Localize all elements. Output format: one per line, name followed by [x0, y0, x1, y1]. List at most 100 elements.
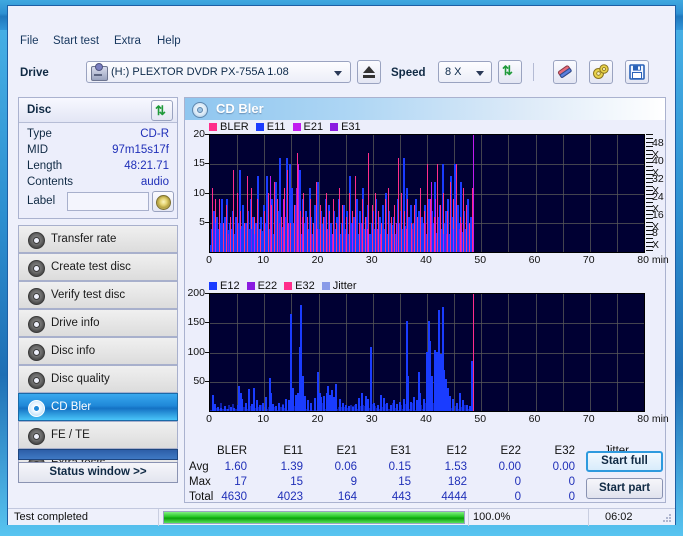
e12-chart-plot	[209, 293, 645, 412]
chart-bar	[323, 217, 324, 252]
chart-bar	[339, 188, 340, 252]
chart-bar	[380, 395, 382, 411]
graph-panel-title: CD Bler	[216, 101, 264, 116]
disc-icon	[28, 372, 45, 389]
y-axis-tick-label: 200	[187, 287, 205, 299]
chart-bar	[463, 188, 464, 252]
stats-cell: 182	[447, 476, 467, 488]
settings-button[interactable]	[589, 60, 613, 84]
disc-row-key: Length	[27, 160, 63, 172]
chart-bar	[329, 211, 330, 252]
stats-cell: 4023	[277, 491, 303, 503]
chart-bar	[247, 176, 248, 252]
chart-bar	[383, 398, 385, 411]
chart-bar	[283, 199, 284, 252]
chart-bar	[288, 223, 289, 252]
start-part-button[interactable]: Start part	[586, 478, 663, 499]
x-axis-tick-label: 10	[257, 413, 270, 425]
chart-bar	[431, 376, 433, 411]
x-axis-tick-label: 30	[365, 254, 378, 266]
resize-grip[interactable]	[662, 513, 672, 523]
chart-bar	[373, 403, 375, 411]
sidebar-item-disc-info[interactable]: Disc info	[18, 337, 178, 365]
sidebar-item-transfer-rate[interactable]: Transfer rate	[18, 225, 178, 253]
chart-bar	[264, 211, 265, 252]
legend-label: E32	[295, 280, 315, 292]
chart-bar	[358, 398, 360, 411]
x-axis-tick-label: 60	[528, 254, 541, 266]
chart-bar	[361, 393, 363, 411]
stats-cell: 0	[514, 476, 521, 488]
chart-bar	[396, 223, 397, 252]
disc-icon	[28, 232, 45, 249]
chart-bar	[277, 199, 278, 252]
menu-help[interactable]: Help	[157, 35, 181, 47]
chart-bar	[388, 188, 389, 252]
chart-bar	[241, 399, 243, 411]
graph-panel: CD Bler BLER E11 E21 E31 20 15 10 5 0 10 20 30 40 50…	[184, 97, 669, 503]
status-window-button[interactable]: Status window >>	[18, 462, 178, 483]
e12-chart-legend: E12 E22 E32 Jitter	[209, 280, 364, 292]
chart-bar	[413, 397, 415, 411]
chart-bar	[307, 217, 308, 252]
sidebar-item-label: Drive info	[51, 317, 100, 329]
stats-cell: 17	[234, 476, 247, 488]
stats-cell: 0	[568, 491, 575, 503]
sidebar-item-cd-bler[interactable]: CD Bler	[18, 393, 178, 421]
disc-label-cd-button[interactable]	[152, 191, 174, 212]
chart-bar	[453, 229, 454, 252]
sidebar-item-disc-quality[interactable]: Disc quality	[18, 365, 178, 393]
chart-bar	[361, 223, 362, 252]
disc-icon	[28, 400, 45, 417]
chart-bar	[253, 388, 255, 411]
sidebar-item-create-test-disc[interactable]: Create test disc	[18, 253, 178, 281]
legend-item: E12	[209, 280, 240, 292]
chart-bar	[443, 234, 444, 252]
chart-bar	[251, 229, 252, 252]
x-axis-tick-label: 30	[365, 413, 378, 425]
drive-select[interactable]: (H:) PLEXTOR DVDR PX-755A 1.08	[86, 61, 351, 83]
eject-button[interactable]	[357, 60, 381, 84]
start-full-button[interactable]: Start full	[586, 451, 663, 472]
chart-bar	[248, 389, 250, 411]
chart-bar	[320, 397, 322, 411]
chart-bar	[370, 347, 372, 411]
chart-bar	[257, 199, 258, 252]
menu-file[interactable]: File	[20, 35, 39, 47]
chart-bar	[403, 399, 405, 411]
speed-select[interactable]: 8 X	[438, 61, 492, 83]
chart-bar	[466, 205, 467, 252]
refresh-button[interactable]: ⇅	[498, 60, 522, 84]
y-axis-tick-label: 20	[193, 128, 205, 140]
y-axis-tick-label: 15	[193, 157, 205, 170]
chart-bar	[390, 405, 392, 411]
disc-label-input[interactable]	[67, 192, 149, 211]
disc-icon	[28, 344, 45, 361]
sidebar-item-verify-test-disc[interactable]: Verify test disc	[18, 281, 178, 309]
sidebar-item-drive-info[interactable]: Drive info	[18, 309, 178, 337]
chart-bar	[332, 234, 333, 252]
disc-row-type: Type CD-R	[19, 128, 177, 145]
disc-row-length: Length 48:21.71	[19, 160, 177, 177]
disc-panel-title: Disc	[27, 104, 52, 116]
chart-bar	[359, 223, 360, 252]
chart-bar	[254, 234, 255, 252]
y-axis-tick-label: 50	[193, 374, 205, 387]
save-button[interactable]	[625, 60, 649, 84]
stats-cell: 0.00	[498, 461, 521, 473]
menu-extra[interactable]: Extra	[114, 35, 141, 47]
stats-table: BLERE11E21E31E12E22E32JitterAvg1.601.390…	[189, 445, 629, 503]
chart-bar	[278, 403, 280, 411]
stats-cell: 164	[337, 491, 357, 503]
stats-column-header: E11	[283, 445, 303, 457]
menu-start-test[interactable]: Start test	[53, 35, 99, 47]
erase-button[interactable]	[553, 60, 577, 84]
chart-bar	[240, 229, 241, 252]
sidebar-item-fe-te[interactable]: FE / TE	[18, 421, 178, 449]
y-axis-tick	[205, 163, 209, 165]
chart-bar	[473, 135, 474, 252]
disc-refresh-button[interactable]: ⇅	[151, 100, 173, 121]
sidebar-spacer	[18, 449, 178, 460]
legend-swatch-icon	[209, 123, 217, 131]
chart-bar	[362, 199, 363, 252]
